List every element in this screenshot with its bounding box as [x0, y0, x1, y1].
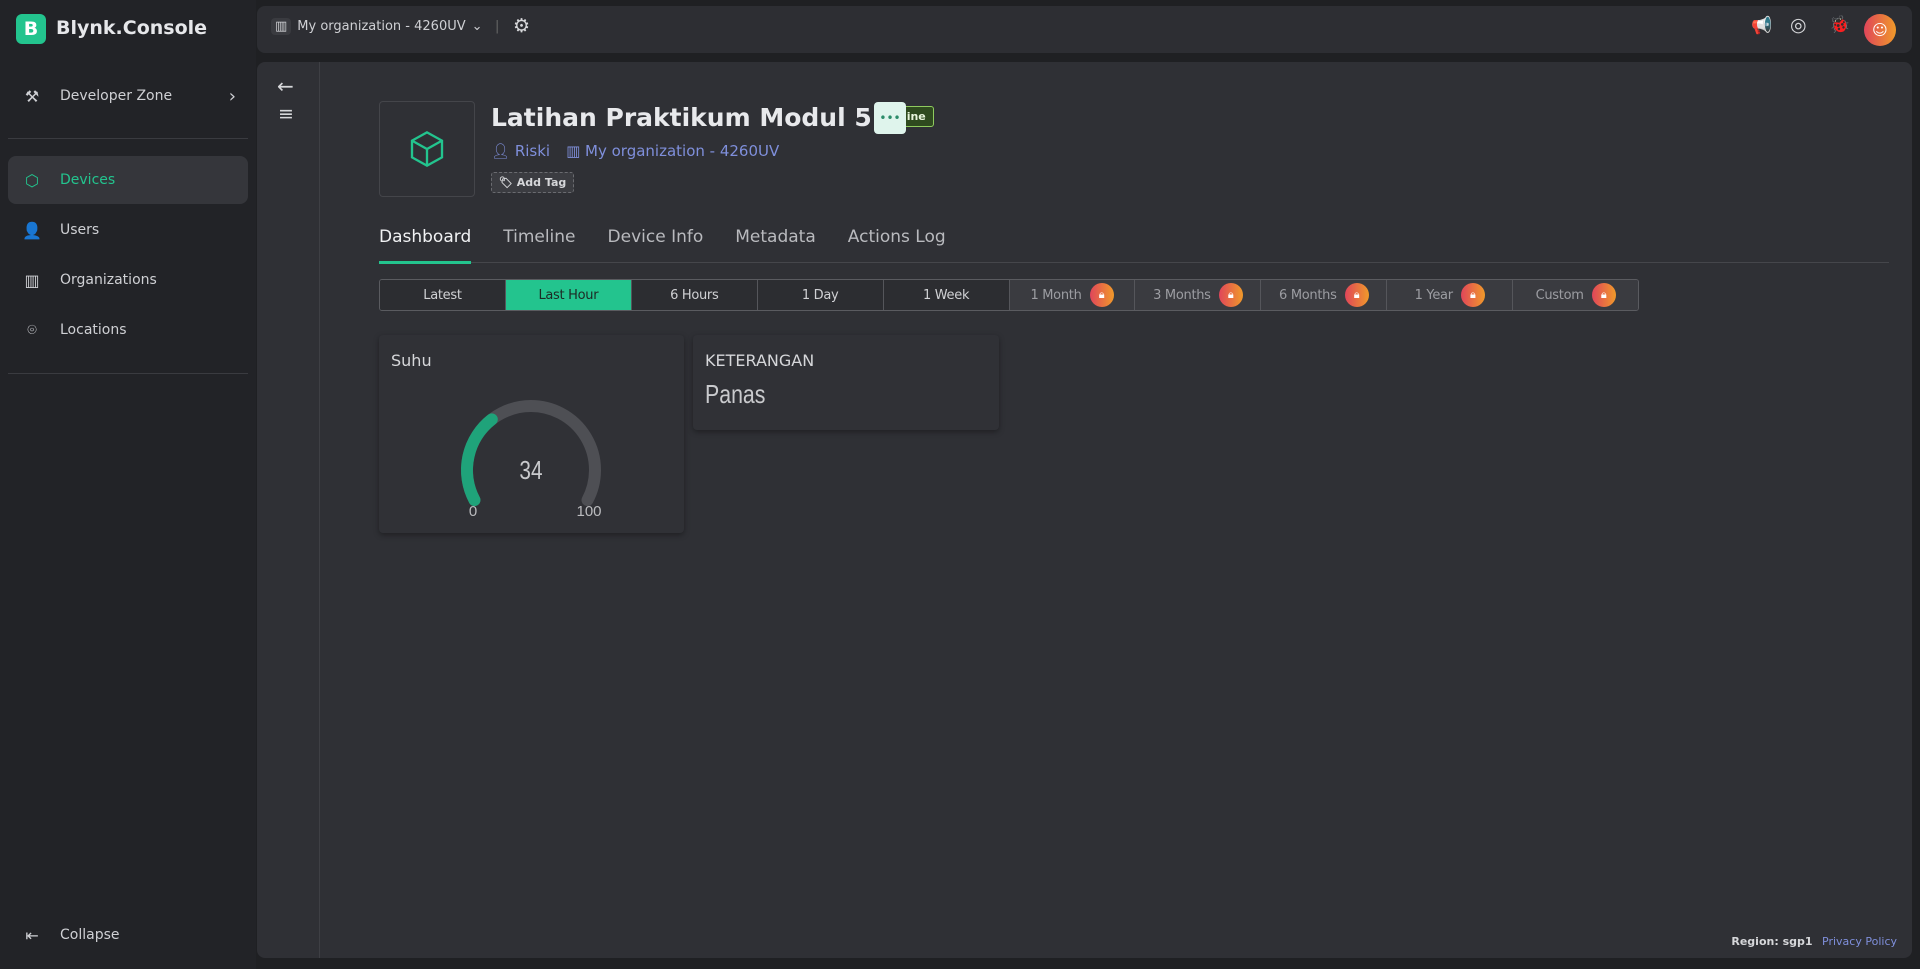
- gauge-fill: [461, 413, 498, 507]
- collapse-label: Collapse: [60, 927, 120, 943]
- range-6-months[interactable]: 6 Months 🔒︎: [1261, 280, 1388, 310]
- range-label: 1 Day: [801, 287, 839, 303]
- range-latest[interactable]: Latest: [380, 280, 506, 310]
- building-icon: ▥: [24, 270, 40, 290]
- range-last-hour[interactable]: Last Hour: [505, 280, 632, 310]
- org-name: My organization - 4260UV: [585, 142, 780, 160]
- gauge-max: 100: [576, 503, 601, 520]
- lock-icon: 🔒︎: [1591, 283, 1616, 307]
- gauge-value: 34: [519, 456, 542, 485]
- lock-icon: 🔒︎: [1218, 283, 1243, 307]
- lock-icon: 🔒︎: [1344, 283, 1369, 307]
- lock-icon: 🔒︎: [1089, 283, 1114, 307]
- building-icon: ▥: [271, 18, 292, 35]
- range-label: Last Hour: [538, 287, 599, 303]
- sidebar-item-devices[interactable]: ⬡ Devices: [8, 156, 248, 204]
- tag-icon: 🏷︎: [499, 176, 517, 189]
- add-tag-label: Add Tag: [516, 176, 567, 189]
- lock-icon: 🔒︎: [1460, 283, 1485, 307]
- sidebar-item-label: Users: [60, 222, 100, 238]
- sidebar: B Blynk.Console ⚒ Developer Zone › ⬡ Devi…: [0, 0, 256, 969]
- range-3-months[interactable]: 3 Months 🔒︎: [1135, 280, 1262, 310]
- org-name: My organization - 4260UV: [297, 19, 466, 34]
- chevron-right-icon: ›: [228, 85, 236, 107]
- range-label: 1 Year: [1414, 287, 1453, 303]
- tab-timeline[interactable]: Timeline: [503, 227, 575, 263]
- gear-icon[interactable]: ⚙: [513, 15, 530, 37]
- tab-dashboard[interactable]: Dashboard: [379, 227, 472, 264]
- range-1-year[interactable]: 1 Year 🔒︎: [1387, 280, 1514, 310]
- tab-metadata[interactable]: Metadata: [735, 227, 816, 263]
- blynk-logo[interactable]: B: [16, 14, 46, 44]
- device-meta: 👤︎ Riski ▥ My organization - 4260UV: [491, 142, 779, 160]
- time-range-selector: Latest Last Hour 6 Hours 1 Day 1 Week 1 Month…: [379, 279, 1639, 311]
- range-label: 6 Months: [1279, 287, 1337, 303]
- org-switcher[interactable]: ▥ My organization - 4260UV ⌄: [271, 18, 483, 35]
- tab-actions-log[interactable]: Actions Log: [848, 227, 946, 263]
- user-avatar[interactable]: ☺: [1864, 14, 1896, 46]
- divider: [319, 62, 320, 958]
- sidebar-item-label: Devices: [60, 172, 116, 188]
- device-tabs: Dashboard Timeline Device Info Metadata …: [379, 227, 1889, 264]
- sidebar-item-organizations[interactable]: ▥ Organizations: [8, 256, 248, 304]
- more-options-button[interactable]: •••: [874, 102, 906, 134]
- range-label: 3 Months: [1153, 287, 1211, 303]
- pin-icon: ⌾: [27, 320, 37, 339]
- user-icon: 👤︎: [491, 142, 515, 160]
- gauge-min: 0: [469, 503, 477, 520]
- megaphone-icon[interactable]: 📢: [1751, 16, 1772, 36]
- brand-name: Blynk.Console: [56, 17, 208, 39]
- range-label: Custom: [1535, 287, 1584, 303]
- range-1-month[interactable]: 1 Month 🔒︎: [1009, 280, 1136, 310]
- label-widget[interactable]: KETERANGAN Panas: [693, 335, 999, 430]
- sidebar-item-label: Organizations: [60, 272, 157, 288]
- gauge: 34 0 100: [461, 400, 602, 520]
- bug-icon[interactable]: 🐞: [1829, 15, 1850, 35]
- range-label: 6 Hours: [670, 287, 719, 303]
- menu-icon[interactable]: ≡: [278, 103, 294, 125]
- users-icon: 👤: [22, 220, 42, 240]
- range-label: 1 Month: [1030, 287, 1082, 303]
- building-icon: ▥: [566, 142, 586, 160]
- range-custom[interactable]: Custom 🔒︎: [1513, 280, 1638, 310]
- divider: [8, 138, 248, 139]
- help-lifebuoy-icon[interactable]: ◎: [1790, 14, 1807, 36]
- widget-title: KETERANGAN: [705, 351, 815, 370]
- range-label: 1 Week: [922, 287, 970, 303]
- label-value: Panas: [705, 379, 766, 409]
- separator: |: [495, 19, 500, 34]
- range-1-day[interactable]: 1 Day: [757, 280, 884, 310]
- back-arrow-icon[interactable]: ←: [277, 74, 294, 98]
- privacy-policy-link[interactable]: Privacy Policy: [1822, 935, 1897, 948]
- range-1-week[interactable]: 1 Week: [883, 280, 1010, 310]
- gauge-widget[interactable]: Suhu 34 0 100: [379, 335, 684, 533]
- chevron-down-icon: ⌄: [471, 19, 483, 34]
- tab-device-info[interactable]: Device Info: [608, 227, 704, 263]
- cube-icon: ⬡: [25, 170, 39, 190]
- main-panel: ← ≡ Latihan Praktikum Modul 5Online ••• …: [257, 62, 1912, 958]
- sidebar-item-users[interactable]: 👤 Users: [8, 206, 248, 254]
- collapse-button[interactable]: ⇤ Collapse: [8, 911, 248, 959]
- developer-zone-label: Developer Zone: [60, 88, 173, 104]
- sidebar-item-locations[interactable]: ⌾ Locations: [8, 306, 248, 354]
- sidebar-item-developer-zone[interactable]: ⚒ Developer Zone ›: [8, 72, 248, 120]
- org-link[interactable]: ▥ My organization - 4260UV: [566, 142, 779, 160]
- range-6-hours[interactable]: 6 Hours: [631, 280, 758, 310]
- sidebar-item-label: Locations: [60, 322, 127, 338]
- collapse-icon: ⇤: [25, 925, 39, 945]
- region-text: Region: sgp1: [1731, 935, 1813, 948]
- device-title-row: Latihan Praktikum Modul 5Online: [491, 103, 934, 132]
- owner-link[interactable]: 👤︎ Riski: [491, 142, 550, 160]
- cube-icon: [410, 130, 444, 168]
- device-image: [379, 101, 475, 197]
- footer: Region: sgp1 Privacy Policy: [1731, 935, 1897, 948]
- add-tag-button[interactable]: 🏷︎ Add Tag: [491, 172, 575, 193]
- owner-name: Riski: [514, 142, 551, 160]
- divider: [8, 373, 248, 374]
- range-label: Latest: [423, 287, 462, 303]
- tools-icon: ⚒: [24, 86, 40, 106]
- device-name: Latihan Praktikum Modul 5: [491, 103, 872, 132]
- top-bar: ▥ My organization - 4260UV ⌄ | ⚙ 📢 ◎ 🐞 ☺: [257, 6, 1912, 53]
